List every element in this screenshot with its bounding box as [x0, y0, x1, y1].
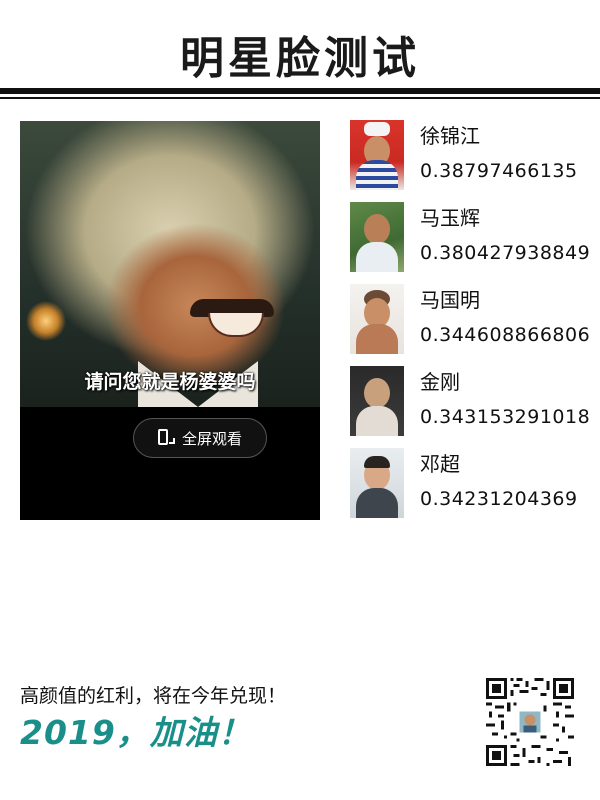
result-score: 0.343153291018: [420, 406, 591, 428]
result-score: 0.380427938849: [420, 242, 591, 264]
header-divider-thin: [0, 97, 600, 99]
footer-cheer: 2019，加油！: [20, 713, 252, 752]
page-title: 明星脸测试: [180, 33, 420, 84]
result-thumbnail: [350, 202, 404, 272]
qr-code: [486, 678, 574, 766]
result-item[interactable]: 徐锦江 0.38797466135: [350, 120, 590, 190]
result-thumbnail: [350, 284, 404, 354]
result-thumbnail: [350, 120, 404, 190]
result-score: 0.34231204369: [420, 488, 578, 510]
result-thumbnail: [350, 448, 404, 518]
result-name: 马玉辉: [420, 206, 480, 230]
result-item[interactable]: 金刚 0.343153291018: [350, 366, 590, 436]
result-name: 邓超: [420, 452, 460, 476]
result-score: 0.344608866806: [420, 324, 591, 346]
result-name: 徐锦江: [420, 124, 480, 148]
result-score: 0.38797466135: [420, 160, 578, 182]
result-thumbnail: [350, 366, 404, 436]
phone-fullscreen-icon: [157, 429, 175, 447]
fullscreen-button[interactable]: 全屏观看: [133, 418, 267, 458]
video-player[interactable]: 请问您就是杨婆婆吗 全屏观看: [20, 121, 320, 520]
fullscreen-button-label: 全屏观看: [181, 429, 242, 448]
result-item[interactable]: 马国明 0.344608866806: [350, 284, 590, 354]
video-subtitle: 请问您就是杨婆婆吗: [84, 371, 256, 393]
result-item[interactable]: 邓超 0.34231204369: [350, 448, 590, 518]
footer-tagline: 高颜值的红利，将在今年兑现！: [20, 685, 287, 707]
result-item[interactable]: 马玉辉 0.380427938849: [350, 202, 590, 272]
result-name: 马国明: [420, 288, 480, 312]
video-frame: 请问您就是杨婆婆吗: [20, 121, 320, 407]
result-name: 金刚: [420, 370, 460, 394]
header-divider-thick: [0, 88, 600, 94]
grin-shape: [208, 313, 264, 337]
